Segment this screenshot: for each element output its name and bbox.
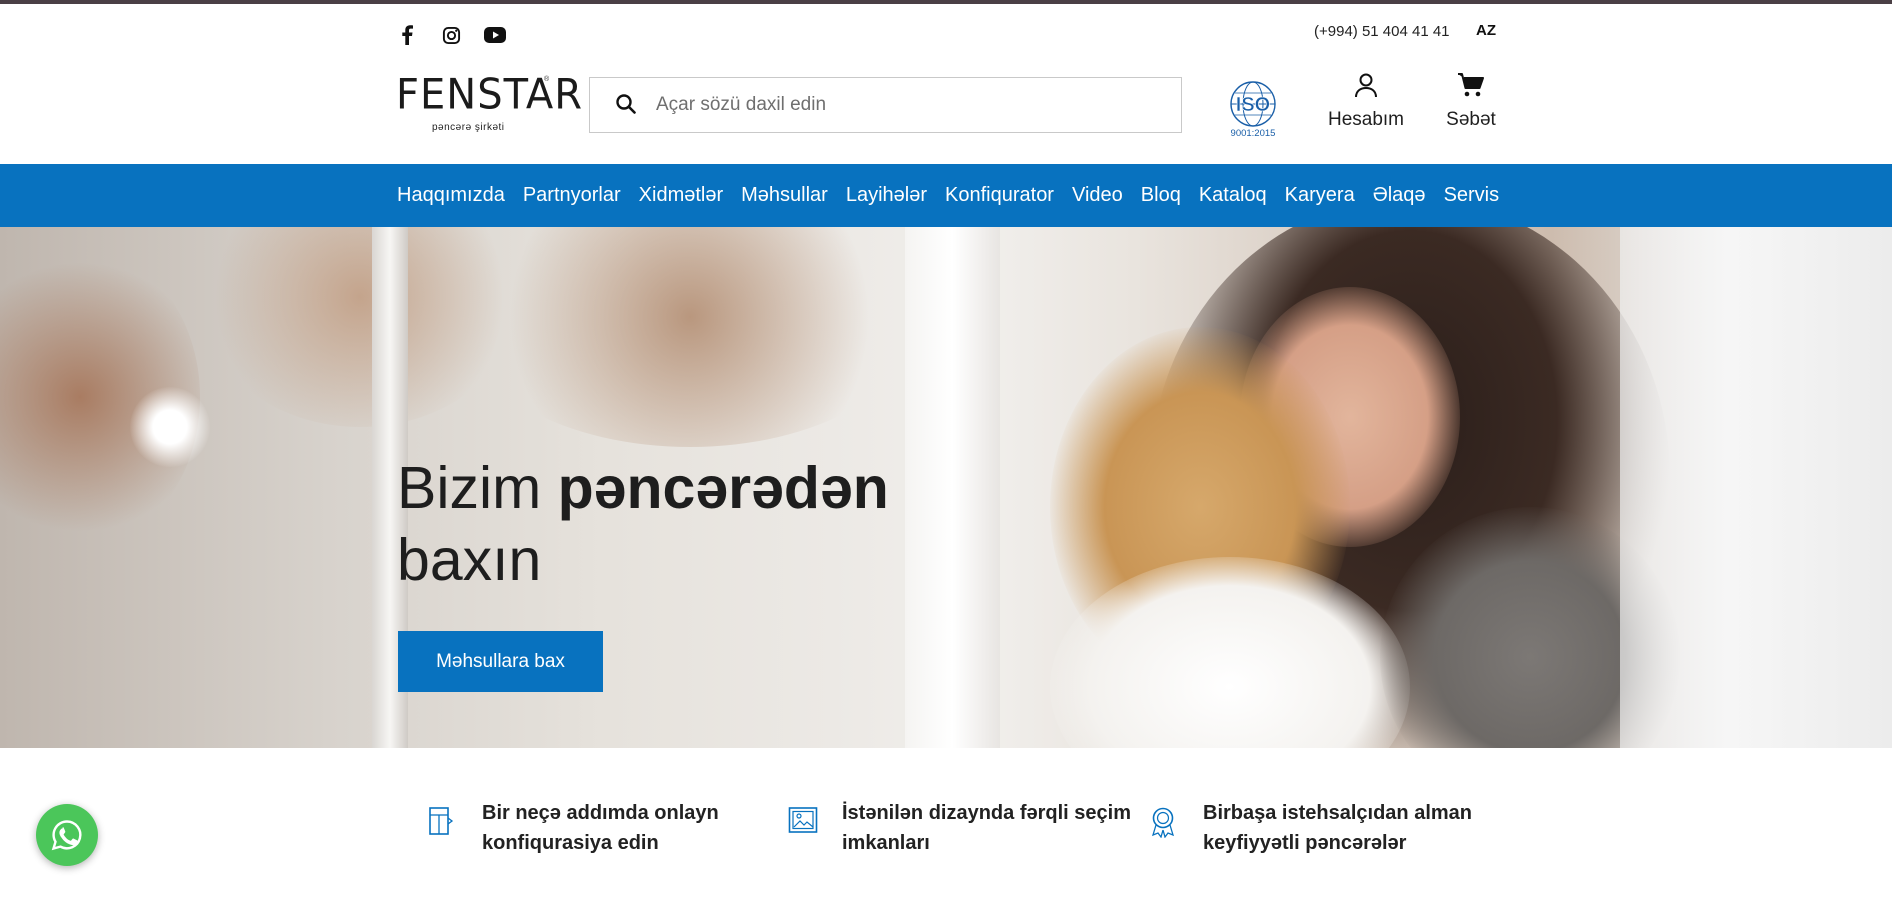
nav-item-video[interactable]: Video: [1072, 184, 1123, 207]
feature-item: Birbaşa istehsalçıdan alman keyfiyyətli …: [1149, 798, 1503, 858]
nav-item-konfiqurator[interactable]: Konfiqurator: [945, 184, 1054, 207]
search-icon[interactable]: [614, 92, 640, 118]
account-button[interactable]: Hesabım: [1320, 70, 1412, 131]
cart-label: Səbət: [1446, 109, 1496, 130]
company-logo[interactable]: FENSTAR ® pəncərə şirkəti: [396, 70, 584, 136]
hero-title-bold: pəncərədən: [557, 455, 889, 521]
instagram-icon[interactable]: [440, 24, 462, 46]
nav-item-mehsullar[interactable]: Məhsullar: [741, 184, 828, 207]
nav-item-xidmetler[interactable]: Xidmətlər: [639, 184, 723, 207]
hero-title-line2: baxın: [397, 527, 542, 593]
feature-text: Birbaşa istehsalçıdan alman keyfiyyətli …: [1203, 802, 1473, 854]
logo-name: FENSTAR: [396, 70, 584, 120]
site-header: (+994) 51 404 41 41 AZ FENSTAR ® pəncərə…: [0, 4, 1892, 164]
hero-banner: Bizim pəncərədən baxın Məhsullara bax: [0, 227, 1892, 748]
nav-item-partnyorlar[interactable]: Partnyorlar: [523, 184, 621, 207]
quality-badge-icon: [1149, 806, 1179, 840]
iso-certificate-badge: ISO 9001:2015: [1222, 78, 1284, 140]
nav-item-haqqimizda[interactable]: Haqqımızda: [397, 184, 505, 207]
search-input[interactable]: [656, 94, 1136, 116]
cart-icon: [1456, 70, 1486, 100]
window-config-icon: [428, 806, 458, 840]
user-icon: [1351, 70, 1381, 100]
language-switcher[interactable]: AZ: [1476, 22, 1496, 39]
nav-item-servis[interactable]: Servis: [1444, 184, 1500, 207]
search-bar: [589, 77, 1182, 133]
social-links: [396, 24, 506, 46]
view-products-button[interactable]: Məhsullara bax: [398, 631, 603, 692]
features-strip: Bir neçə addımda onlayn konfiqurasiya ed…: [0, 748, 1892, 912]
nav-item-elaqe[interactable]: Əlaqə: [1373, 184, 1426, 207]
youtube-icon[interactable]: [484, 24, 506, 46]
iso-label: ISO: [1236, 94, 1270, 116]
feature-text: Bir neçə addımda onlayn konfiqurasiya ed…: [482, 802, 719, 854]
hero-title-regular: Bizim: [397, 455, 558, 521]
phone-number[interactable]: (+994) 51 404 41 41: [1314, 23, 1450, 40]
nav-item-bloq[interactable]: Bloq: [1141, 184, 1181, 207]
nav-item-karyera[interactable]: Karyera: [1285, 184, 1355, 207]
logo-tagline: pəncərə şirkəti: [432, 122, 505, 133]
nav-item-layiheler[interactable]: Layihələr: [846, 184, 927, 207]
whatsapp-icon: [51, 820, 82, 851]
main-navigation: Haqqımızda Partnyorlar Xidmətlər Məhsull…: [0, 164, 1892, 227]
feature-item: İstənilən dizaynda fərqli seçim imkanlar…: [788, 798, 1142, 858]
nav-item-kataloq[interactable]: Kataloq: [1199, 184, 1267, 207]
picture-design-icon: [788, 806, 818, 840]
hero-title: Bizim pəncərədən baxın: [397, 452, 957, 596]
whatsapp-chat-button[interactable]: [36, 804, 98, 866]
iso-standard: 9001:2015: [1231, 128, 1276, 139]
feature-text: İstənilən dizaynda fərqli seçim imkanlar…: [842, 802, 1131, 854]
facebook-icon[interactable]: [396, 24, 418, 46]
registered-mark: ®: [544, 76, 550, 83]
feature-item: Bir neçə addımda onlayn konfiqurasiya ed…: [428, 798, 782, 858]
cart-button[interactable]: Səbət: [1440, 70, 1502, 131]
account-label: Hesabım: [1327, 109, 1405, 130]
